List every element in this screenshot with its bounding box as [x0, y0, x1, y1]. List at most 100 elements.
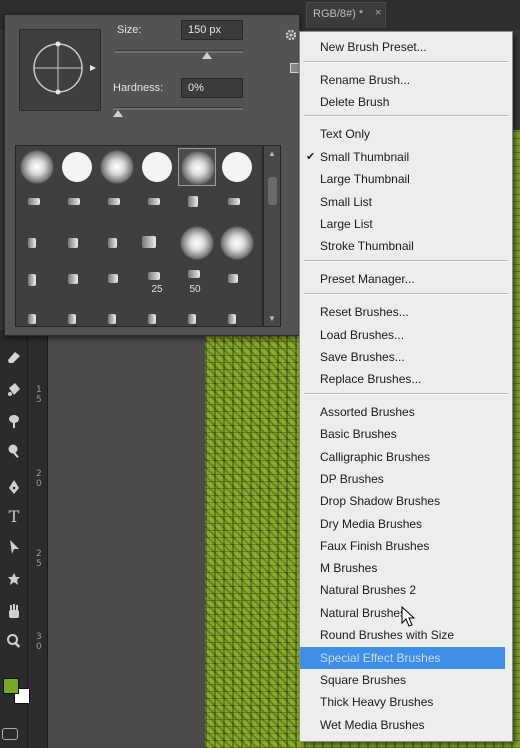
menu-item-label: Drop Shadow Brushes [320, 494, 441, 508]
brush-thumbnail[interactable] [228, 274, 238, 283]
brush-thumbnail[interactable] [68, 274, 78, 284]
scroll-up-icon[interactable]: ▲ [268, 149, 276, 158]
menu-item-label: Large List [320, 217, 373, 231]
size-field[interactable]: 150 px [181, 20, 243, 40]
brush-thumbnail[interactable] [108, 198, 120, 205]
menu-item-assorted-brushes[interactable]: Assorted Brushes [300, 401, 512, 423]
brush-thumbnail[interactable] [188, 196, 198, 207]
brush-preview[interactable] [19, 29, 101, 111]
brush-thumbnail[interactable] [138, 148, 176, 186]
menu-item-replace-brushes[interactable]: Replace Brushes... [300, 368, 512, 390]
menu-item-label: Assorted Brushes [320, 405, 415, 419]
brush-thumbnail[interactable] [228, 198, 240, 205]
scroll-down-icon[interactable]: ▼ [268, 314, 276, 323]
menu-item-small-list[interactable]: Small List [300, 191, 512, 213]
brush-thumbnail[interactable] [142, 236, 156, 248]
path-selection-icon[interactable] [0, 534, 28, 560]
foreground-color-swatch[interactable] [3, 678, 19, 694]
menu-item-label: Reset Brushes... [320, 305, 409, 319]
menu-item-natural-brushes-2[interactable]: Natural Brushes 2 [300, 579, 512, 601]
brush-thumbnail[interactable] [28, 198, 40, 205]
menu-item-m-brushes[interactable]: M Brushes [300, 557, 512, 579]
close-icon[interactable]: × [375, 7, 381, 19]
menu-item-label: Stroke Thumbnail [320, 239, 414, 253]
brush-thumbnail[interactable] [188, 314, 196, 324]
menu-item-wet-media-brushes[interactable]: Wet Media Brushes [300, 714, 512, 736]
menu-item-large-thumbnail[interactable]: Large Thumbnail [300, 168, 512, 190]
smudge-icon[interactable] [0, 408, 28, 434]
menu-item-square-brushes[interactable]: Square Brushes [300, 669, 512, 691]
menu-item-calligraphic-brushes[interactable]: Calligraphic Brushes [300, 446, 512, 468]
menu-item-dp-brushes[interactable]: DP Brushes [300, 468, 512, 490]
checkmark-icon: ✔ [306, 151, 316, 163]
brush-thumbnail[interactable] [218, 224, 256, 262]
hardness-field[interactable]: 0% [181, 78, 243, 98]
document-tab[interactable]: RGB/8#) * × [306, 2, 386, 28]
quick-mask-icon[interactable] [2, 728, 18, 740]
brush-thumbnail[interactable] [148, 272, 160, 280]
brush-thumbnail[interactable] [178, 224, 216, 262]
menu-item-faux-finish-brushes[interactable]: Faux Finish Brushes [300, 535, 512, 557]
brush-thumbnail[interactable] [18, 148, 56, 186]
menu-item-stroke-thumbnail[interactable]: Stroke Thumbnail [300, 235, 512, 257]
brush-thumbnail[interactable] [108, 314, 116, 324]
brush-thumbnail[interactable] [68, 314, 76, 324]
eraser-icon[interactable] [0, 344, 28, 370]
menu-item-thick-heavy-brushes[interactable]: Thick Heavy Brushes [300, 691, 512, 713]
brush-thumbnail[interactable] [28, 238, 36, 248]
menu-item-load-brushes[interactable]: Load Brushes... [300, 324, 512, 346]
zoom-icon[interactable] [0, 628, 28, 654]
brush-thumbnail[interactable] [188, 270, 200, 278]
brush-thumbnail[interactable] [58, 148, 96, 186]
menu-item-save-brushes[interactable]: Save Brushes... [300, 346, 512, 368]
menu-item-text-only[interactable]: Text Only [300, 123, 512, 145]
brush-thumbnail[interactable] [68, 198, 80, 205]
hand-icon[interactable] [0, 598, 28, 624]
brush-thumbnail[interactable] [108, 274, 118, 283]
brush-angle-icon[interactable] [20, 30, 102, 112]
menu-item-delete-brush[interactable]: Delete Brush [300, 91, 512, 113]
mouse-cursor-icon [401, 606, 416, 627]
menu-item-large-list[interactable]: Large List [300, 213, 512, 235]
brush-size-label: 25 [151, 284, 163, 295]
brush-thumbnail[interactable] [98, 148, 136, 186]
brush-thumbnail-selected[interactable] [178, 148, 216, 186]
menu-item-special-effect-brushes[interactable]: Special Effect Brushes [300, 647, 505, 669]
brush-thumbnail[interactable] [218, 148, 256, 186]
size-slider-thumb[interactable] [202, 52, 213, 59]
menu-item-small-thumbnail[interactable]: ✔ Small Thumbnail [300, 146, 512, 168]
brush-thumbnail[interactable] [148, 198, 160, 205]
menu-item-label: Save Brushes... [320, 350, 405, 364]
scrollbar-thumb[interactable] [268, 177, 277, 205]
brush-thumbnail[interactable] [228, 314, 236, 324]
thumbnail-scrollbar[interactable]: ▲ ▼ [263, 145, 281, 327]
pen-icon[interactable] [0, 474, 28, 500]
menu-item-rename-brush[interactable]: Rename Brush... [300, 69, 512, 91]
menu-item-new-brush-preset[interactable]: New Brush Preset... [300, 36, 512, 58]
ruler-number: 0 [36, 642, 42, 652]
menu-item-label: Replace Brushes... [320, 372, 422, 386]
type-icon[interactable]: T [0, 504, 28, 530]
size-label: Size: [117, 24, 142, 36]
gear-icon[interactable] [284, 28, 298, 42]
brush-thumbnail[interactable] [28, 274, 36, 286]
brush-thumbnail[interactable] [68, 238, 78, 248]
dodge-icon[interactable] [0, 438, 28, 464]
ruler-number: 0 [36, 479, 42, 489]
hardness-slider[interactable] [113, 107, 243, 110]
menu-item-preset-manager[interactable]: Preset Manager... [300, 268, 512, 290]
brush-thumbnail[interactable] [148, 314, 156, 324]
menu-item-basic-brushes[interactable]: Basic Brushes [300, 423, 512, 445]
size-slider[interactable] [115, 50, 243, 53]
menu-item-dry-media-brushes[interactable]: Dry Media Brushes [300, 513, 512, 535]
menu-item-drop-shadow-brushes[interactable]: Drop Shadow Brushes [300, 490, 512, 512]
ruler-number: 5 [36, 559, 42, 569]
brush-thumbnail-grid: 25 50 [15, 145, 263, 327]
custom-shape-icon[interactable] [0, 566, 28, 592]
brush-thumbnail[interactable] [28, 314, 36, 324]
paint-bucket-icon[interactable] [0, 376, 28, 402]
brush-thumbnail[interactable] [108, 238, 117, 248]
hardness-slider-thumb[interactable] [113, 110, 123, 117]
menu-item-reset-brushes[interactable]: Reset Brushes... [300, 301, 512, 323]
menu-item-label: Calligraphic Brushes [320, 450, 431, 464]
